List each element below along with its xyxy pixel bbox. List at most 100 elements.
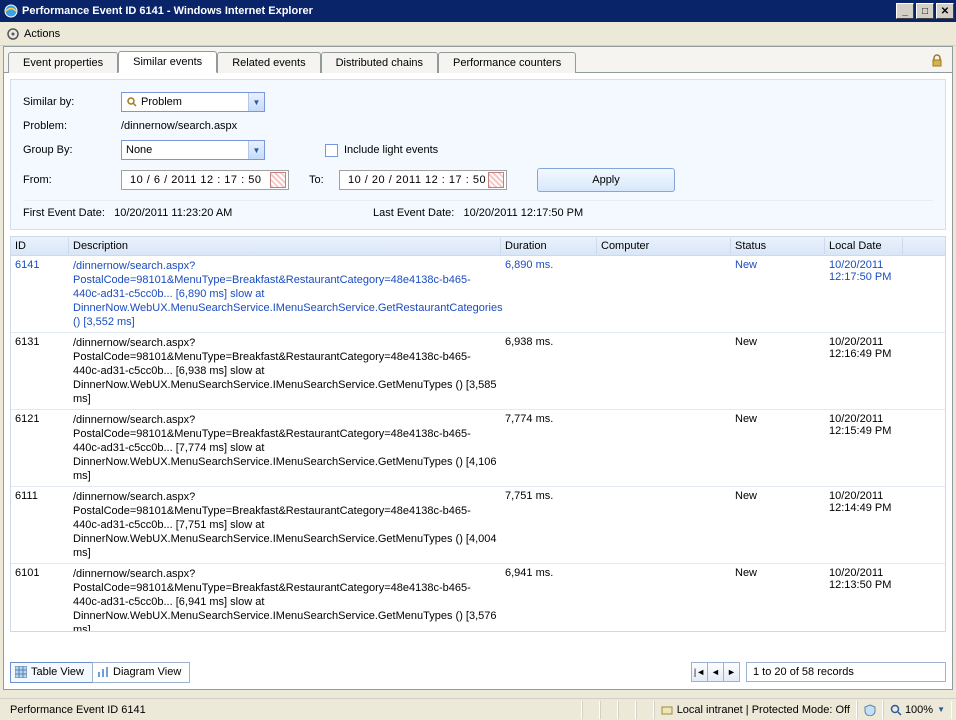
grid-body[interactable]: 6141/dinnernow/search.aspx?PostalCode=98… [11, 256, 945, 632]
zoom-cell[interactable]: 100% ▼ [883, 701, 952, 719]
cell-local-date: 10/20/2011 12:17:50 PM [825, 259, 903, 329]
to-date-value: 10 / 20 / 2011 12 : 17 : 50 [348, 174, 486, 186]
window-title: Performance Event ID 6141 - Windows Inte… [22, 5, 894, 17]
cell-computer [597, 413, 731, 483]
last-event-label: Last Event Date: [373, 207, 454, 219]
col-status[interactable]: Status [731, 238, 825, 254]
tab-event-properties[interactable]: Event properties [8, 52, 118, 73]
tab-similar-events[interactable]: Similar events [118, 51, 217, 73]
close-button[interactable]: ✕ [936, 3, 954, 19]
cell-local-date: 10/20/2011 12:15:49 PM [825, 413, 903, 483]
cell-duration: 6,938 ms. [501, 336, 597, 406]
table-row[interactable]: 6141/dinnernow/search.aspx?PostalCode=98… [11, 256, 945, 333]
record-count-text: 1 to 20 of 58 records [753, 666, 854, 678]
table-view-tab[interactable]: Table View [10, 662, 93, 683]
diagram-view-label: Diagram View [113, 666, 181, 678]
cell-id: 6131 [11, 336, 69, 406]
table-row[interactable]: 6111/dinnernow/search.aspx?PostalCode=98… [11, 487, 945, 564]
tab-related-events[interactable]: Related events [217, 52, 320, 73]
table-row[interactable]: 6101/dinnernow/search.aspx?PostalCode=98… [11, 564, 945, 632]
cell-status: New [731, 490, 825, 560]
col-duration[interactable]: Duration [501, 238, 597, 254]
nav-first-button[interactable]: |◄ [691, 662, 708, 682]
similar-by-value: Problem [141, 96, 248, 108]
cell-computer [597, 567, 731, 632]
content-area: Event properties Similar events Related … [3, 46, 953, 690]
cell-duration: 6,890 ms. [501, 259, 597, 329]
group-by-value: None [126, 144, 248, 156]
col-local-date[interactable]: Local Date [825, 238, 903, 254]
tab-performance-counters[interactable]: Performance counters [438, 52, 576, 73]
chevron-down-icon: ▼ [248, 141, 264, 159]
cell-description: /dinnernow/search.aspx?PostalCode=98101&… [69, 413, 501, 483]
status-sep [636, 701, 654, 719]
toolbar: Actions [0, 22, 956, 46]
shield-icon [864, 704, 876, 716]
table-icon [15, 666, 27, 678]
table-row[interactable]: 6131/dinnernow/search.aspx?PostalCode=98… [11, 333, 945, 410]
cell-computer [597, 336, 731, 406]
barchart-icon [97, 666, 109, 678]
cell-computer [597, 490, 731, 560]
similar-by-combo[interactable]: Problem ▼ [121, 92, 265, 112]
grid-header: ID Description Duration Computer Status … [11, 237, 945, 256]
cell-status: New [731, 567, 825, 632]
status-sep [600, 701, 618, 719]
calendar-icon[interactable] [488, 172, 504, 188]
maximize-button[interactable]: □ [916, 3, 934, 19]
events-grid: ID Description Duration Computer Status … [10, 236, 946, 632]
minimize-button[interactable]: _ [896, 3, 914, 19]
filter-panel: Similar by: Problem ▼ Problem: /dinnerno… [10, 79, 946, 230]
diagram-view-tab[interactable]: Diagram View [92, 662, 190, 683]
include-light-checkbox[interactable] [325, 144, 338, 157]
apply-label: Apply [592, 174, 620, 186]
similar-by-label: Similar by: [23, 96, 121, 108]
security-zone: Local intranet | Protected Mode: Off [654, 701, 857, 719]
status-bar: Performance Event ID 6141 Local intranet… [0, 698, 956, 720]
cell-computer [597, 259, 731, 329]
col-computer[interactable]: Computer [597, 238, 731, 254]
record-count: 1 to 20 of 58 records [746, 662, 946, 682]
cell-local-date: 10/20/2011 12:13:50 PM [825, 567, 903, 632]
cell-description: /dinnernow/search.aspx?PostalCode=98101&… [69, 490, 501, 560]
chevron-down-icon: ▼ [937, 705, 945, 714]
to-date-input[interactable]: 10 / 20 / 2011 12 : 17 : 50 [339, 170, 507, 190]
calendar-icon[interactable] [270, 172, 286, 188]
col-description[interactable]: Description [69, 238, 501, 254]
cell-duration: 6,941 ms. [501, 567, 597, 632]
tab-distributed-chains[interactable]: Distributed chains [321, 52, 438, 73]
from-date-input[interactable]: 10 / 6 / 2011 12 : 17 : 50 [121, 170, 289, 190]
cell-description: /dinnernow/search.aspx?PostalCode=98101&… [69, 259, 501, 329]
status-sep [618, 701, 636, 719]
cell-local-date: 10/20/2011 12:16:49 PM [825, 336, 903, 406]
from-date-value: 10 / 6 / 2011 12 : 17 : 50 [130, 174, 261, 186]
cell-duration: 7,774 ms. [501, 413, 597, 483]
cell-id: 6101 [11, 567, 69, 632]
ie-logo-icon [4, 4, 18, 18]
cell-id: 6121 [11, 413, 69, 483]
cell-local-date: 10/20/2011 12:14:49 PM [825, 490, 903, 560]
include-light-label: Include light events [344, 144, 438, 156]
status-main: Performance Event ID 6141 [4, 701, 582, 719]
group-by-combo[interactable]: None ▼ [121, 140, 265, 160]
zoom-icon [890, 704, 902, 716]
nav-next-button[interactable]: ► [723, 662, 740, 682]
last-event-value: 10/20/2011 12:17:50 PM [464, 207, 584, 219]
group-by-label: Group By: [23, 144, 121, 156]
cell-id: 6111 [11, 490, 69, 560]
col-id[interactable]: ID [11, 238, 69, 254]
apply-button[interactable]: Apply [537, 168, 675, 192]
chevron-down-icon: ▼ [248, 93, 264, 111]
problem-value: /dinnernow/search.aspx [121, 120, 237, 132]
problem-label: Problem: [23, 120, 121, 132]
actions-menu[interactable]: Actions [24, 28, 60, 40]
zoom-value: 100% [905, 704, 933, 716]
window-titlebar: Performance Event ID 6141 - Windows Inte… [0, 0, 956, 22]
nav-prev-button[interactable]: ◄ [707, 662, 724, 682]
cell-id: 6141 [11, 259, 69, 329]
table-row[interactable]: 6121/dinnernow/search.aspx?PostalCode=98… [11, 410, 945, 487]
cell-status: New [731, 259, 825, 329]
actions-gear-icon[interactable] [6, 27, 20, 41]
first-event-label: First Event Date: [23, 207, 105, 219]
to-label: To: [309, 174, 339, 186]
